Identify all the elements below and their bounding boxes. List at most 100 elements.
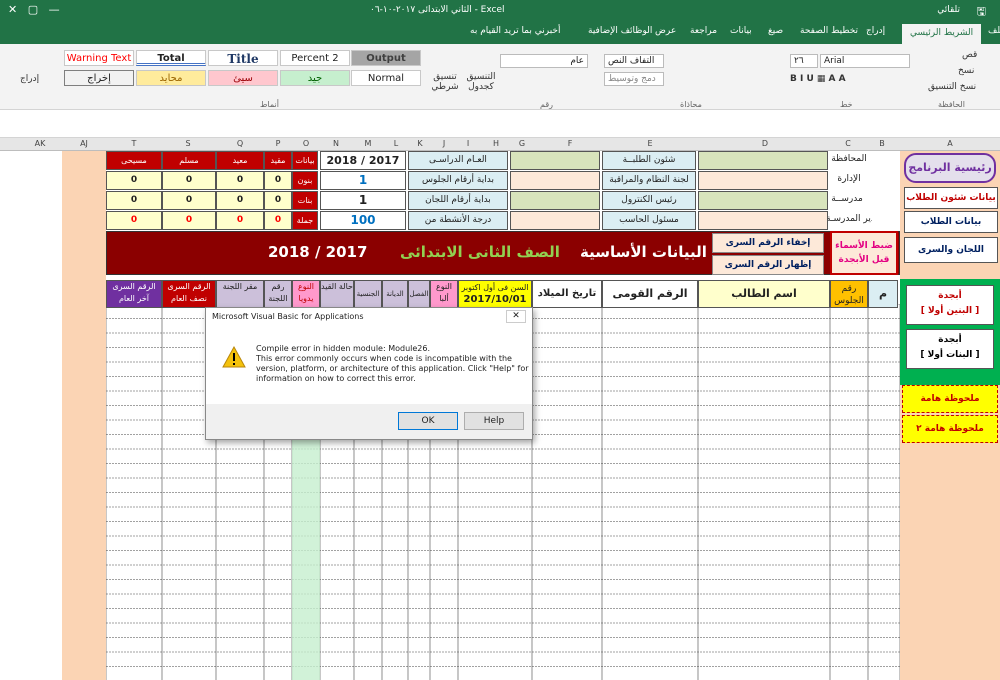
seat-start-value[interactable]: 1 [320, 171, 406, 190]
adjust-names-button[interactable]: ضبط الأسماء قبل الأبجدة [830, 231, 898, 275]
col-header[interactable]: H [486, 139, 506, 148]
note2-button[interactable]: ملحوظة هامة ٢ [902, 415, 998, 443]
home-button[interactable]: رئيسية البرنامج [904, 153, 996, 183]
header-comm-no: رقم اللجنة [264, 280, 292, 308]
affairs-value[interactable] [510, 151, 600, 170]
col-header[interactable]: T [124, 139, 144, 148]
alpha-boys-button[interactable]: أبجدة [ البنين أولا ] [906, 285, 994, 325]
tab-file[interactable]: ملف [988, 26, 1000, 36]
header-age-date: 2017/10/01 [463, 294, 527, 305]
format-painter-button[interactable]: نسخ التنسيق [928, 82, 976, 92]
pc-value[interactable] [510, 211, 600, 230]
style-output[interactable]: Output [351, 50, 421, 66]
tell-me-search[interactable]: أخبرني بما تريد القيام به [470, 26, 561, 36]
col-header[interactable]: E [640, 139, 660, 148]
ok-button[interactable]: OK [398, 412, 458, 430]
comm-start-value[interactable]: 1 [320, 191, 406, 210]
seat-start-label: بداية أرقام الجلوس [408, 171, 508, 190]
banner-year: 2018 / 2017 [268, 243, 368, 261]
conditional-format-button[interactable]: تنسيق شرطي [428, 72, 462, 92]
autosave-label[interactable]: تلقائي [937, 5, 960, 15]
control-value[interactable] [510, 191, 600, 210]
note1-button[interactable]: ملحوظة هامة [902, 385, 998, 413]
style-normal[interactable]: Normal [351, 70, 421, 86]
help-button[interactable]: Help [464, 412, 524, 430]
students-data-button[interactable]: بيانات الطلاب [904, 211, 998, 233]
students-affairs-button[interactable]: بيانات شئون الطلاب [904, 187, 998, 209]
insert-cells-button[interactable]: إدراج [20, 74, 39, 84]
hide-secret-button[interactable]: إخفاء الرقم السرى [712, 233, 824, 253]
order-label: لجنة النظام والمراقبة [602, 171, 696, 190]
col-header[interactable]: AJ [74, 139, 94, 148]
show-secret-button[interactable]: إظهار الرقم السرى [712, 255, 824, 275]
vba-error-dialog: Microsoft Visual Basic for Applications … [205, 307, 533, 440]
style-warning-text[interactable]: Warning Text [64, 50, 134, 66]
dialog-line: Compile error in hidden module: Module26… [256, 344, 431, 353]
style-neutral[interactable]: محايد [136, 70, 206, 86]
col-header[interactable]: D [755, 139, 775, 148]
committees-button[interactable]: اللجان والسرى [904, 237, 998, 263]
window-controls[interactable]: ✕ ▢ — [8, 3, 60, 16]
col-header[interactable]: I [458, 139, 478, 148]
header-age: السن فى أول اكتوبر 2017/10/01 [458, 280, 532, 308]
merge-center-button[interactable]: دمج وتوسيط [604, 72, 664, 86]
tab-addins[interactable]: الوظائف الإضافية [588, 26, 652, 36]
col-header[interactable]: C [838, 139, 858, 148]
tab-view[interactable]: عرض [655, 26, 676, 36]
col-header[interactable]: AK [30, 139, 50, 148]
wrap-text-button[interactable]: التفاف النص [604, 54, 664, 68]
order-value[interactable] [510, 171, 600, 190]
admin-value[interactable] [698, 171, 828, 190]
col-header[interactable]: A [940, 139, 960, 148]
number-format-select[interactable]: عام [500, 54, 588, 68]
alpha-girls-button[interactable]: أبجدة [ البنات أولا ] [906, 329, 994, 369]
header-birth: تاريخ الميلاد [532, 280, 602, 308]
principal-label: مدير المدرسـة [826, 211, 872, 230]
year-value[interactable]: 2018 / 2017 [320, 151, 406, 170]
stat-cell: 0 [264, 191, 292, 210]
font-name-select[interactable]: Arial [820, 54, 910, 68]
col-header[interactable]: Q [230, 139, 250, 148]
col-header[interactable]: F [560, 139, 580, 148]
col-header[interactable]: P [268, 139, 288, 148]
format-as-table-button[interactable]: التنسيق كجدول [466, 72, 496, 92]
col-header[interactable]: B [872, 139, 892, 148]
tab-insert[interactable]: إدراج [866, 26, 885, 36]
style-total[interactable]: Total [136, 50, 206, 66]
save-icon[interactable]: 🖫 [977, 3, 986, 22]
style-output-ar[interactable]: إخراج [64, 70, 134, 86]
font-group-label: خط [840, 100, 853, 109]
school-value[interactable] [698, 191, 828, 210]
col-header[interactable]: N [326, 139, 346, 148]
dialog-close-icon[interactable]: ✕ [506, 310, 526, 323]
col-header[interactable]: J [434, 139, 454, 148]
col-header[interactable]: K [410, 139, 430, 148]
col-header[interactable]: S [178, 139, 198, 148]
style-percent2[interactable]: Percent 2 [280, 50, 350, 66]
style-title[interactable]: Title [208, 50, 278, 66]
tab-page-layout[interactable]: تخطيط الصفحة [800, 26, 858, 36]
tab-formulas[interactable]: صيغ [768, 26, 783, 36]
style-bad[interactable]: سيئ [208, 70, 278, 86]
col-header[interactable]: G [512, 139, 532, 148]
font-format-icons[interactable]: B I U ▦ A A [790, 74, 846, 84]
cut-button[interactable]: قص [962, 50, 977, 60]
font-size-select[interactable]: ٢٦ [790, 54, 818, 68]
stats-header: مقيد [264, 151, 292, 170]
dialog-title: Microsoft Visual Basic for Applications [212, 312, 364, 321]
formula-bar [0, 110, 1000, 138]
tab-data[interactable]: بيانات [730, 26, 752, 36]
col-header[interactable]: L [386, 139, 406, 148]
principal-value[interactable] [698, 211, 828, 230]
col-header[interactable]: M [358, 139, 378, 148]
col-header[interactable]: O [296, 139, 316, 148]
stats-header: مسلم [162, 151, 216, 170]
header-class: الفصل [408, 280, 430, 308]
copy-button[interactable]: نسخ [958, 66, 974, 76]
gov-value[interactable] [698, 151, 828, 170]
tab-review[interactable]: مراجعة [690, 26, 717, 36]
activity-value[interactable]: 100 [320, 211, 406, 230]
style-good[interactable]: جيد [280, 70, 350, 86]
tab-home[interactable]: الشريط الرئيسي [902, 24, 982, 44]
stats-header-data: بيانات [292, 151, 318, 170]
